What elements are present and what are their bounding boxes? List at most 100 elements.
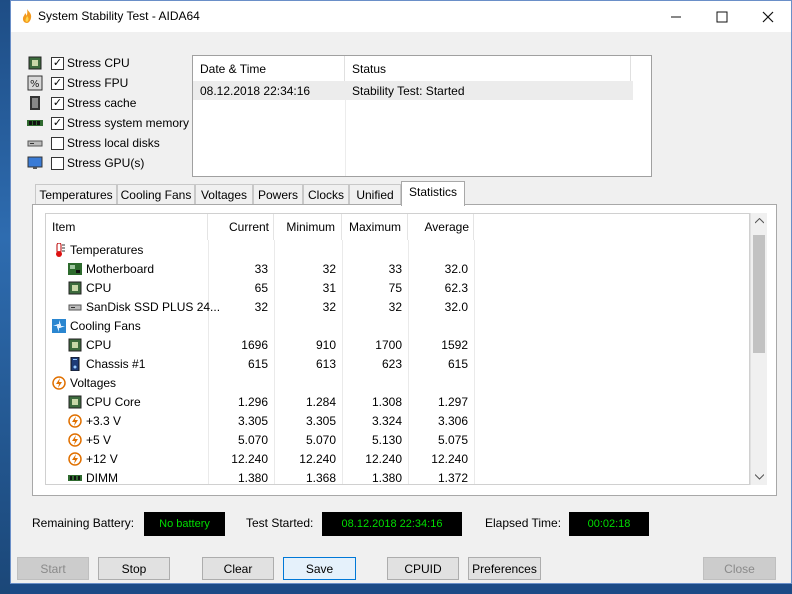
stress-cache-checkbox[interactable]: ✓ (51, 96, 64, 110)
table-row[interactable]: CPU Core 1.296 1.284 1.308 1.297 (46, 393, 746, 412)
start-button[interactable]: Start (17, 557, 89, 580)
table-row[interactable]: Chassis #1 615 613 623 615 (46, 355, 746, 374)
group-label: Temperatures (70, 243, 144, 257)
stress-cache-option[interactable]: ✓ Stress cache (27, 94, 136, 112)
group-label: Cooling Fans (70, 319, 141, 333)
close-button[interactable]: Close (703, 557, 776, 580)
statistics-table[interactable]: Item Current Minimum Maximum Average Tem… (45, 213, 750, 485)
value-maximum: 5.130 (371, 433, 402, 447)
scrollbar-thumb[interactable] (753, 235, 765, 353)
table-row[interactable]: CPU 65 31 75 62.3 (46, 279, 746, 298)
column-header-average[interactable]: Average (408, 214, 474, 240)
voltage-icon (68, 452, 82, 466)
value-minimum: 32 (322, 262, 336, 276)
aida64-flame-icon (19, 8, 35, 24)
value-minimum: 3.305 (305, 414, 336, 428)
column-header-current[interactable]: Current (208, 214, 274, 240)
value-average: 32.0 (444, 300, 468, 314)
stress-cpu-option[interactable]: ✓ Stress CPU (27, 54, 130, 72)
battery-display: No battery (144, 512, 225, 536)
tab-cooling-fans[interactable]: Cooling Fans (117, 184, 195, 205)
group-row-voltages[interactable]: Voltages (46, 374, 746, 393)
status-row-datetime: 08.12.2018 22:34:16 (200, 84, 311, 98)
scroll-up-icon[interactable] (755, 218, 764, 224)
value-average: 12.240 (431, 452, 468, 466)
tab-powers[interactable]: Powers (253, 184, 303, 205)
table-row[interactable]: CPU 1696 910 1700 1592 (46, 336, 746, 355)
close-window-button[interactable] (745, 1, 791, 32)
voltage-icon (68, 433, 82, 447)
stress-fpu-option[interactable]: % ✓ Stress FPU (27, 74, 128, 92)
value-maximum: 33 (388, 262, 402, 276)
table-vertical-scrollbar[interactable] (750, 213, 767, 485)
table-row[interactable]: Motherboard 33 32 33 32.0 (46, 260, 746, 279)
value-maximum: 623 (381, 357, 402, 371)
scroll-down-icon[interactable] (755, 474, 764, 480)
stress-memory-checkbox[interactable]: ✓ (51, 116, 64, 130)
column-header-minimum[interactable]: Minimum (274, 214, 342, 240)
title-bar[interactable]: System Stability Test - AIDA64 (11, 1, 791, 32)
value-average: 1.372 (437, 471, 468, 485)
group-row-temperatures[interactable]: Temperatures (46, 241, 746, 260)
tab-temperatures[interactable]: Temperatures (35, 184, 117, 205)
stress-memory-option[interactable]: ✓ Stress system memory (27, 114, 189, 132)
minimize-button[interactable] (653, 1, 699, 32)
cpu-chip-icon (68, 281, 82, 295)
table-row[interactable]: +5 V 5.070 5.070 5.130 5.075 (46, 431, 746, 450)
tab-statistics[interactable]: Statistics (401, 181, 465, 206)
group-row-cooling-fans[interactable]: Cooling Fans (46, 317, 746, 336)
row-label: +3.3 V (86, 414, 122, 428)
stress-fpu-checkbox[interactable]: ✓ (51, 76, 64, 90)
stress-disks-checkbox[interactable] (51, 136, 64, 150)
value-current: 3.305 (237, 414, 268, 428)
value-average: 62.3 (444, 281, 468, 295)
stress-gpu-checkbox[interactable] (51, 156, 64, 170)
value-minimum: 31 (322, 281, 336, 295)
status-log-row[interactable]: 08.12.2018 22:34:16 Stability Test: Star… (193, 81, 633, 100)
column-header-item[interactable]: Item (46, 214, 208, 240)
value-maximum: 1.380 (371, 471, 402, 485)
stress-gpu-label: Stress GPU(s) (67, 156, 145, 170)
value-average: 1.297 (437, 395, 468, 409)
table-row[interactable]: DIMM 1.380 1.368 1.380 1.372 (46, 469, 746, 485)
preferences-button[interactable]: Preferences (468, 557, 541, 580)
cpuid-button[interactable]: CPUID (387, 557, 459, 580)
row-label: SanDisk SSD PLUS 24... (86, 300, 221, 314)
value-current: 1.380 (237, 471, 268, 485)
tab-voltages[interactable]: Voltages (195, 184, 253, 205)
column-header-maximum[interactable]: Maximum (342, 214, 408, 240)
value-current: 12.240 (231, 452, 268, 466)
tab-clocks[interactable]: Clocks (303, 184, 349, 205)
table-row[interactable]: +12 V 12.240 12.240 12.240 12.240 (46, 450, 746, 469)
clear-button[interactable]: Clear (202, 557, 274, 580)
desktop-background-bottom (10, 584, 792, 594)
row-label: CPU (86, 338, 112, 352)
stress-cpu-checkbox[interactable]: ✓ (51, 56, 64, 70)
fan-icon (52, 319, 66, 333)
stress-gpu-option[interactable]: Stress GPU(s) (27, 154, 144, 172)
save-button[interactable]: Save (283, 557, 356, 580)
status-header-status[interactable]: Status (345, 56, 631, 82)
value-current: 615 (247, 357, 268, 371)
value-maximum: 12.240 (365, 452, 402, 466)
elapsed-time-display: 00:02:18 (569, 512, 649, 536)
stress-disks-option[interactable]: Stress local disks (27, 134, 160, 152)
status-header-datetime[interactable]: Date & Time (193, 56, 345, 82)
status-log-list[interactable]: Date & Time Status 08.12.2018 22:34:16 S… (192, 55, 652, 177)
aida64-stability-window: System Stability Test - AIDA64 ✓ Stress … (10, 0, 792, 584)
value-minimum: 32 (322, 300, 336, 314)
table-row[interactable]: +3.3 V 3.305 3.305 3.324 3.306 (46, 412, 746, 431)
thermometer-icon (52, 242, 66, 257)
voltage-icon (68, 414, 82, 428)
row-label: Motherboard (86, 262, 155, 276)
table-row[interactable]: SanDisk SSD PLUS 24... 32 32 32 32.0 (46, 298, 746, 317)
tab-unified[interactable]: Unified (349, 184, 401, 205)
stress-memory-label: Stress system memory (67, 116, 190, 130)
value-current: 5.070 (237, 433, 268, 447)
group-label: Voltages (70, 376, 117, 390)
row-label: CPU Core (86, 395, 141, 409)
maximize-button[interactable] (699, 1, 745, 32)
stop-button[interactable]: Stop (98, 557, 170, 580)
value-average: 32.0 (444, 262, 468, 276)
motherboard-icon (68, 262, 82, 276)
